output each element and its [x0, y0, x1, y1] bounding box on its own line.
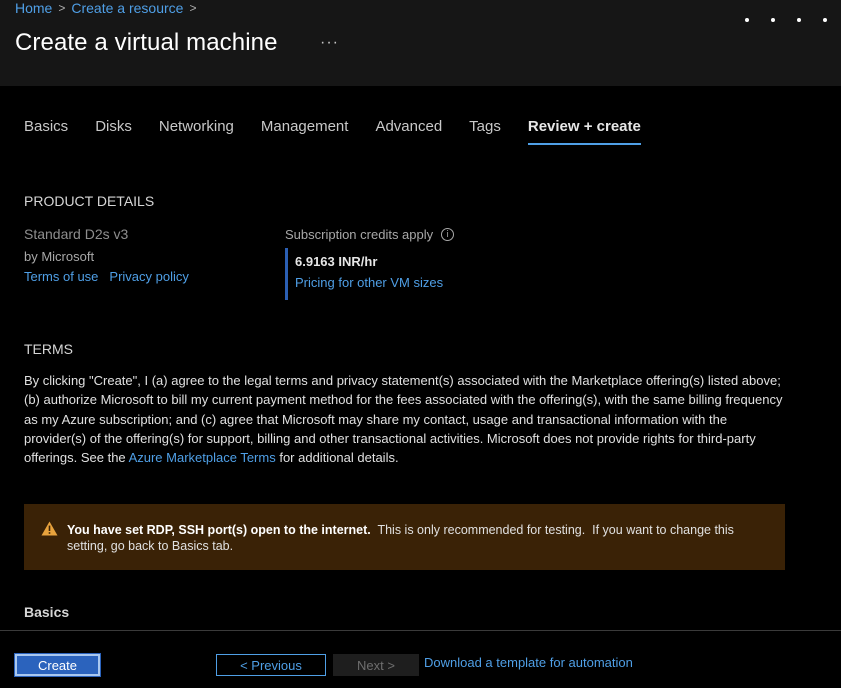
terms-text: By clicking "Create", I (a) agree to the… [24, 371, 784, 467]
breadcrumb-separator: > [58, 1, 65, 15]
product-name: Standard D2s v3 [24, 226, 128, 242]
tab-networking[interactable]: Networking [159, 118, 234, 145]
tab-basics[interactable]: Basics [24, 118, 68, 145]
warning-icon [41, 521, 58, 536]
terms-heading: TERMS [24, 341, 73, 357]
marketplace-terms-link[interactable]: Azure Marketplace Terms [129, 450, 276, 465]
window-dots [745, 18, 827, 22]
terms-body-end: for additional details. [276, 450, 399, 465]
breadcrumb-home[interactable]: Home [15, 0, 52, 16]
product-publisher: by Microsoft [24, 249, 94, 264]
tab-advanced[interactable]: Advanced [375, 118, 442, 145]
previous-button[interactable]: < Previous [216, 654, 326, 676]
page-title: Create a virtual machine [15, 29, 278, 57]
wizard-tabs: Basics Disks Networking Management Advan… [24, 118, 668, 145]
pricing-link[interactable]: Pricing for other VM sizes [295, 275, 443, 290]
tab-review-create[interactable]: Review + create [528, 118, 641, 145]
subscription-credits: Subscription credits apply i [285, 227, 454, 242]
breadcrumb: Home > Create a resource > [15, 0, 196, 16]
more-options-icon[interactable]: ··· [320, 34, 339, 52]
breadcrumb-separator: > [189, 1, 196, 15]
next-button[interactable]: Next > [333, 654, 419, 676]
dot-icon[interactable] [771, 18, 775, 22]
warning-banner: You have set RDP, SSH port(s) open to th… [24, 504, 785, 570]
footer-bar: Create < Previous Next > Download a temp… [0, 630, 841, 688]
product-links: Terms of use Privacy policy [24, 269, 189, 284]
dot-icon[interactable] [797, 18, 801, 22]
warning-bold: You have set RDP, SSH port(s) open to th… [67, 523, 371, 537]
product-details-heading: PRODUCT DETAILS [24, 193, 154, 209]
dot-icon[interactable] [823, 18, 827, 22]
tab-disks[interactable]: Disks [95, 118, 132, 145]
create-button[interactable]: Create [15, 654, 100, 676]
credits-label: Subscription credits apply [285, 227, 433, 242]
basics-section-heading: Basics [24, 604, 69, 620]
price-block: 6.9163 INR/hr Pricing for other VM sizes [285, 248, 443, 300]
terms-of-use-link[interactable]: Terms of use [24, 269, 98, 284]
tab-tags[interactable]: Tags [469, 118, 501, 145]
page-header: Home > Create a resource > Create a virt… [0, 0, 841, 86]
info-icon[interactable]: i [441, 228, 454, 241]
privacy-policy-link[interactable]: Privacy policy [109, 269, 188, 284]
dot-icon[interactable] [745, 18, 749, 22]
breadcrumb-create-resource[interactable]: Create a resource [71, 0, 183, 16]
price-value: 6.9163 INR/hr [295, 254, 443, 269]
tab-management[interactable]: Management [261, 118, 349, 145]
download-template-link[interactable]: Download a template for automation [424, 655, 633, 670]
warning-text: You have set RDP, SSH port(s) open to th… [67, 522, 767, 554]
